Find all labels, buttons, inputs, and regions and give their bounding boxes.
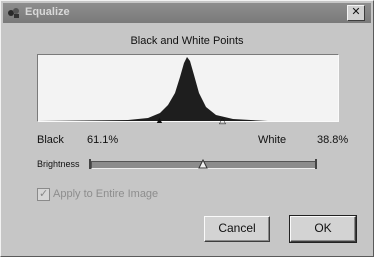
title-bar[interactable]: Equalize ✕ <box>3 3 371 23</box>
brightness-slider-thumb[interactable] <box>198 158 208 172</box>
apply-to-entire-image-checkbox[interactable]: ✓ <box>37 188 50 201</box>
app-icon <box>7 6 21 20</box>
brightness-label: Brightness <box>37 159 80 169</box>
slider-tick-right <box>315 159 317 169</box>
histogram-curve <box>38 57 268 121</box>
histogram <box>37 54 339 122</box>
close-icon: ✕ <box>351 6 361 18</box>
window-title: Equalize <box>25 6 70 18</box>
group-title: Black and White Points <box>130 35 244 47</box>
equalize-dialog: Equalize ✕ Black and White Points ▲ △ Bl… <box>0 0 374 257</box>
black-point-marker[interactable]: ▲ <box>155 115 164 125</box>
white-point-marker[interactable]: △ <box>219 115 226 126</box>
black-value: 61.1% <box>87 134 119 146</box>
checkmark-icon: ✓ <box>39 188 49 200</box>
black-label: Black <box>37 134 64 146</box>
close-button[interactable]: ✕ <box>347 5 365 21</box>
cancel-button[interactable]: Cancel <box>204 216 270 242</box>
apply-to-entire-image-label: Apply to Entire Image <box>53 188 159 200</box>
white-label: White <box>258 134 287 146</box>
ok-button[interactable]: OK <box>289 215 357 243</box>
white-value: 38.8% <box>317 134 349 146</box>
